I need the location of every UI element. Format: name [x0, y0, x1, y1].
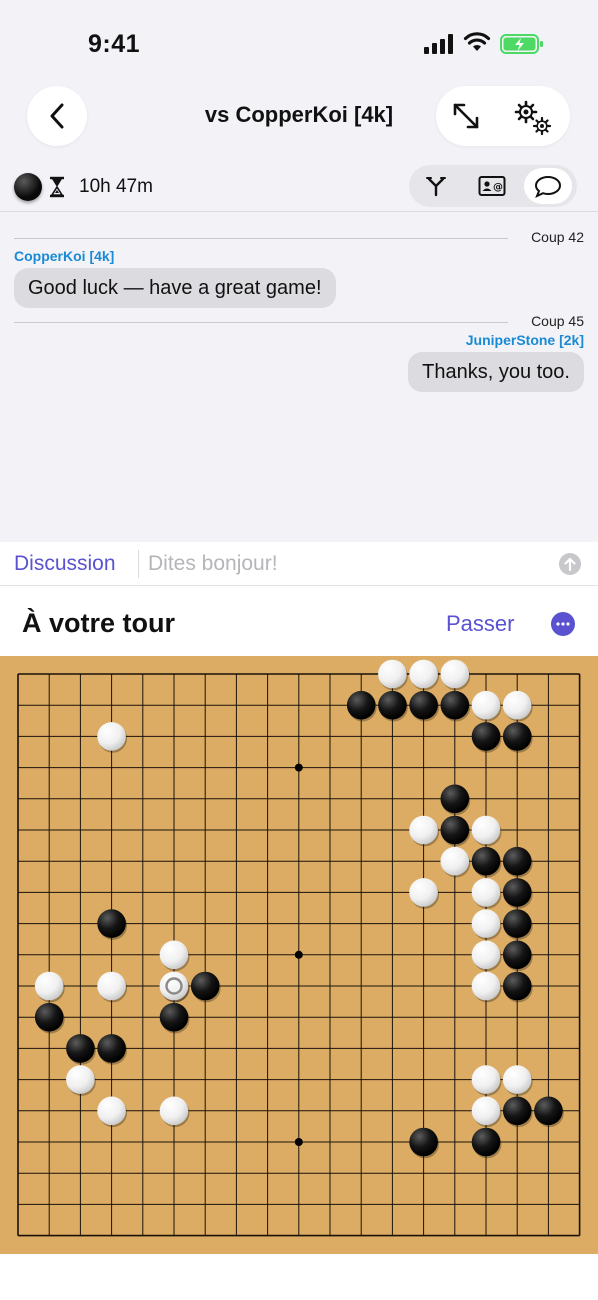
- tab-chat[interactable]: [524, 168, 572, 204]
- header-actions: [436, 86, 570, 146]
- time-remaining: 10h 47m: [79, 176, 153, 197]
- star-point: [294, 950, 303, 959]
- white-stone: [440, 846, 471, 878]
- settings-gears-icon[interactable]: [512, 98, 556, 136]
- star-point: [294, 1138, 303, 1146]
- move-separator: Coup 42: [14, 226, 584, 246]
- black-stone: [502, 878, 533, 909]
- white-stone: [471, 878, 502, 909]
- black-stone: [440, 784, 471, 816]
- chat-message-bubble: Good luck — have a great game!: [14, 268, 336, 308]
- turn-status: À votre tour: [22, 608, 176, 638]
- chat-message-input[interactable]: [148, 548, 538, 580]
- chat-input-row: Discussion: [0, 542, 598, 586]
- black-stone: [502, 1096, 533, 1128]
- message-sender[interactable]: JuniperStone [2k]: [466, 332, 584, 348]
- white-stone: [66, 1065, 96, 1096]
- discussion-channel-label[interactable]: Discussion: [14, 552, 116, 576]
- stones-layer: [34, 659, 564, 1159]
- go-board[interactable]: [0, 656, 598, 1254]
- black-stone: [471, 1127, 502, 1159]
- black-stone: [502, 722, 533, 753]
- white-stone: [471, 971, 502, 1003]
- white-stone: [97, 971, 128, 1003]
- status-time: 9:41: [88, 30, 141, 58]
- player-clock-bar: 10h 47m @: [0, 165, 598, 212]
- white-stone: [471, 815, 502, 847]
- black-stone: [159, 1002, 190, 1034]
- white-stone: [502, 1065, 533, 1096]
- move-separator: Coup 45: [14, 310, 584, 330]
- white-stone: [409, 815, 440, 847]
- status-bar: 9:41: [0, 0, 598, 80]
- white-stone: [409, 878, 440, 909]
- black-stone: [534, 1096, 564, 1128]
- wifi-icon: [463, 32, 491, 51]
- move-number-label: Coup 42: [531, 229, 584, 245]
- message-sender[interactable]: CopperKoi [4k]: [14, 248, 114, 264]
- more-options-button[interactable]: [551, 612, 575, 636]
- black-stone: [378, 690, 408, 722]
- back-button[interactable]: [27, 86, 87, 146]
- white-stone: [502, 690, 533, 722]
- tab-variations[interactable]: [412, 168, 460, 204]
- black-stone: [502, 940, 533, 972]
- branch-icon: [426, 177, 446, 197]
- navigation-header: vs CopperKoi [4k]: [0, 80, 598, 170]
- view-tab-group: @: [409, 165, 577, 207]
- chat-bubble-icon: [534, 175, 562, 198]
- black-stone: [502, 971, 533, 1003]
- expand-icon[interactable]: [450, 100, 482, 132]
- black-stone: [471, 722, 502, 753]
- black-stone: [97, 1034, 128, 1065]
- white-stone: [34, 971, 65, 1003]
- black-stone: [440, 815, 471, 847]
- contact-card-icon: @: [478, 176, 506, 196]
- black-stone: [409, 1127, 440, 1159]
- chat-panel: Coup 42 CopperKoi [4k] Good luck — have …: [0, 212, 598, 542]
- chat-message-bubble: Thanks, you too.: [408, 352, 584, 392]
- ellipsis-icon: [556, 622, 570, 626]
- move-number-label: Coup 45: [531, 313, 584, 329]
- black-stone: [190, 971, 221, 1003]
- white-stone: [378, 659, 408, 691]
- white-stone: [97, 1096, 128, 1128]
- send-button[interactable]: [559, 553, 581, 575]
- white-stone: [159, 940, 190, 972]
- white-stone: [440, 659, 471, 691]
- white-stone: [97, 722, 128, 753]
- white-stone: [471, 1065, 502, 1096]
- last-move-white-stone: [159, 971, 190, 1003]
- hourglass-icon: [50, 176, 64, 198]
- bottom-area: [0, 1254, 598, 1300]
- black-stone: [502, 846, 533, 878]
- black-stone: [440, 690, 471, 722]
- cellular-signal-icon: [424, 34, 453, 54]
- player-stone-black: [14, 173, 42, 201]
- white-stone: [159, 1096, 190, 1128]
- turn-bar: À votre tour Passer: [0, 586, 598, 656]
- black-stone: [409, 690, 440, 722]
- white-stone: [471, 690, 502, 722]
- svg-text:@: @: [493, 182, 503, 193]
- game-title: vs CopperKoi [4k]: [204, 102, 394, 127]
- white-stone: [471, 940, 502, 972]
- white-stone: [471, 1096, 502, 1128]
- battery-charging-icon: [500, 34, 543, 54]
- arrow-up-icon: [564, 557, 576, 571]
- chevron-left-icon: [50, 103, 64, 129]
- black-stone: [97, 909, 128, 940]
- tab-player-info[interactable]: @: [468, 168, 516, 204]
- white-stone: [471, 909, 502, 940]
- pass-button[interactable]: Passer: [446, 611, 514, 637]
- black-stone: [346, 690, 377, 722]
- black-stone: [471, 846, 502, 878]
- white-stone: [409, 659, 440, 691]
- black-stone: [34, 1002, 65, 1034]
- divider: [138, 550, 139, 578]
- black-stone: [66, 1034, 96, 1065]
- star-point: [294, 763, 303, 772]
- black-stone: [502, 909, 533, 940]
